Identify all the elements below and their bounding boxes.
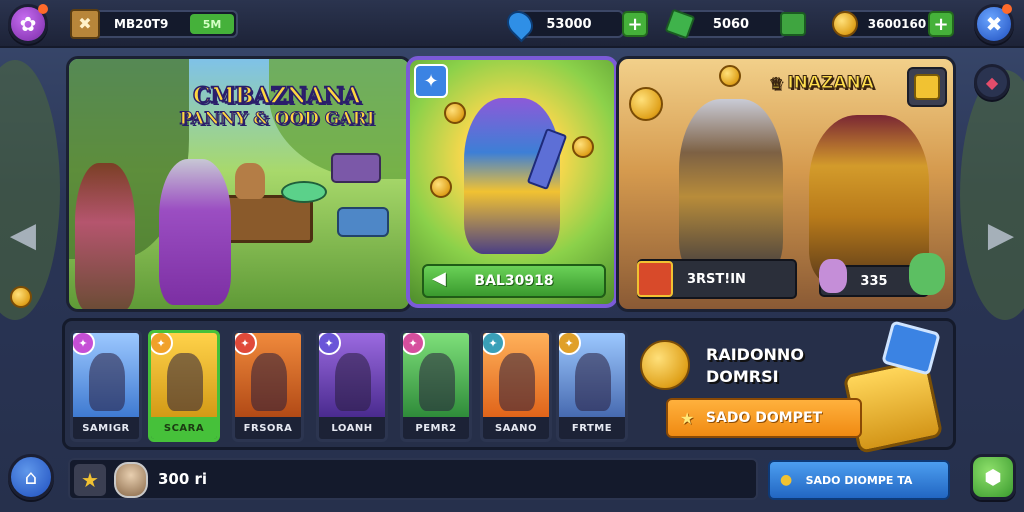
hero-figure bbox=[167, 353, 203, 411]
hero-class-badge-icon: ✦ bbox=[403, 333, 425, 355]
gold-coin-icon bbox=[444, 102, 466, 124]
hero-figure-armored-knight bbox=[679, 99, 783, 277]
event-title: ♛ INAZANA bbox=[768, 73, 874, 94]
shop-button[interactable]: ⬢ bbox=[970, 454, 1016, 500]
gold-coin-icon bbox=[832, 11, 858, 37]
hero-card[interactable]: ✦ SAMIGR bbox=[70, 330, 142, 442]
cash-value: 5060 bbox=[712, 16, 750, 32]
player-level-bar: ✖ MB20T9 5M bbox=[70, 8, 238, 39]
gold-coin-icon bbox=[719, 65, 741, 87]
medal-icon bbox=[914, 74, 940, 100]
crown-icon: ♛ bbox=[768, 73, 784, 93]
background-tree bbox=[960, 70, 1024, 320]
gold-coin-icon bbox=[572, 136, 594, 158]
hero-card-label: FRTME bbox=[559, 417, 625, 439]
hero-card[interactable]: ✦ FRTME bbox=[556, 330, 628, 442]
hero-card-label: SCARA bbox=[151, 417, 217, 439]
sword-item-icon bbox=[637, 261, 673, 297]
hero-card[interactable]: ✦ PEMR2 bbox=[400, 330, 472, 442]
gems-value: 53000 bbox=[546, 16, 592, 32]
hero-class-badge-icon: ✦ bbox=[151, 333, 173, 355]
player-count: 300 ri bbox=[158, 470, 208, 488]
add-cash-button[interactable] bbox=[780, 12, 806, 36]
event-menu-button[interactable] bbox=[907, 67, 947, 107]
truck-icon bbox=[331, 153, 381, 183]
car-icon bbox=[337, 207, 389, 237]
cat-figure bbox=[235, 163, 265, 199]
hero-card-label: PEMR2 bbox=[403, 417, 469, 439]
gold-coin-icon bbox=[640, 340, 690, 390]
star-icon: ★ bbox=[680, 408, 695, 428]
avatar bbox=[819, 259, 847, 293]
hero-card[interactable]: ✦ SCARA bbox=[148, 330, 220, 442]
close-icon: ✖ bbox=[985, 12, 1003, 36]
notification-dot bbox=[38, 4, 48, 14]
hexagon-icon: ⬢ bbox=[984, 465, 1002, 489]
event-banner-left[interactable]: CMBAZNANA PANNY & OOD GARI bbox=[66, 56, 412, 312]
coin-icon: ● bbox=[780, 472, 793, 488]
promo-button[interactable]: ★ SADO DOMPET bbox=[666, 398, 862, 438]
hero-figure bbox=[335, 353, 371, 411]
background-tree bbox=[0, 60, 60, 320]
event-title: CMBAZNANA PANNY & OOD GARI bbox=[179, 82, 375, 129]
event-banner-right[interactable]: ♛ INAZANA 3RST!IN 335 bbox=[616, 56, 956, 312]
avatar bbox=[909, 253, 945, 295]
hero-card[interactable]: ✦ SAANO bbox=[480, 330, 552, 442]
gold-coin-icon bbox=[430, 176, 452, 198]
star-icon: ★ bbox=[74, 464, 106, 496]
hero-class-badge-icon: ✦ bbox=[73, 333, 95, 355]
previous-arrow-button[interactable]: ◀ bbox=[8, 210, 38, 260]
top-bar: ✿ ✖ MB20T9 5M 53000 + 5060 3600160 + ✖ bbox=[0, 0, 1024, 48]
hero-class-badge-icon: ✦ bbox=[235, 333, 257, 355]
hero-card-label: FRSORA bbox=[235, 417, 301, 439]
star-badge-icon: ✦ bbox=[414, 64, 448, 98]
gem-icon: ◆ bbox=[985, 72, 999, 92]
hero-card-label: SAMIGR bbox=[73, 417, 139, 439]
hero-figure bbox=[419, 353, 455, 411]
add-gems-button[interactable]: + bbox=[622, 11, 648, 37]
flower-icon: ✿ bbox=[19, 12, 37, 36]
hero-card-label: SAANO bbox=[483, 417, 549, 439]
claim-button[interactable]: ◀ BAL30918 bbox=[422, 264, 606, 298]
next-arrow-button[interactable]: ▶ bbox=[986, 210, 1016, 260]
player-info-bar: ★ 300 ri bbox=[68, 458, 758, 500]
hero-card[interactable]: ✦ FRSORA bbox=[232, 330, 304, 442]
promo-section: RAIDONNO DOMRSI ★ SADO DOMPET bbox=[636, 320, 952, 455]
reward-value: 335 bbox=[860, 273, 888, 289]
bottom-action-button[interactable]: ● SADO DIOMPE TA bbox=[768, 460, 950, 500]
notification-dot bbox=[1002, 4, 1012, 14]
hero-card[interactable]: ✦ LOANH bbox=[316, 330, 388, 442]
stat-label: 3RST!IN bbox=[687, 271, 746, 287]
rank-icon: ✖ bbox=[70, 8, 100, 39]
home-icon: ⌂ bbox=[24, 465, 38, 489]
gold-value: 3600160 bbox=[867, 17, 927, 31]
player-name: MB20T9 bbox=[114, 17, 169, 31]
featured-hero-banner[interactable]: ✦ ◀ BAL30918 bbox=[406, 56, 618, 308]
hero-class-badge-icon: ✦ bbox=[319, 333, 341, 355]
side-menu-button[interactable]: ◆ bbox=[974, 64, 1010, 100]
hero-figure bbox=[251, 353, 287, 411]
hero-figure-mage bbox=[159, 159, 231, 305]
hero-figure bbox=[499, 353, 535, 411]
gem-disc-icon bbox=[281, 181, 327, 203]
hero-figure-ranger bbox=[75, 163, 135, 309]
stat-bar: 3RST!IN bbox=[637, 259, 797, 299]
home-button[interactable]: ⌂ bbox=[8, 454, 54, 500]
hero-class-badge-icon: ✦ bbox=[559, 333, 581, 355]
hero-class-badge-icon: ✦ bbox=[483, 333, 505, 355]
promo-title: RAIDONNO DOMRSI bbox=[706, 345, 804, 386]
add-gold-button[interactable]: + bbox=[928, 11, 954, 37]
hero-figure bbox=[575, 353, 611, 411]
player-level-value: 5M bbox=[190, 14, 234, 34]
gold-coin-icon bbox=[10, 286, 32, 308]
back-arrow-icon: ◀ bbox=[432, 268, 446, 289]
avatar bbox=[114, 462, 148, 498]
gold-coin-icon bbox=[629, 87, 663, 121]
hero-figure bbox=[89, 353, 125, 411]
hero-card-label: LOANH bbox=[319, 417, 385, 439]
